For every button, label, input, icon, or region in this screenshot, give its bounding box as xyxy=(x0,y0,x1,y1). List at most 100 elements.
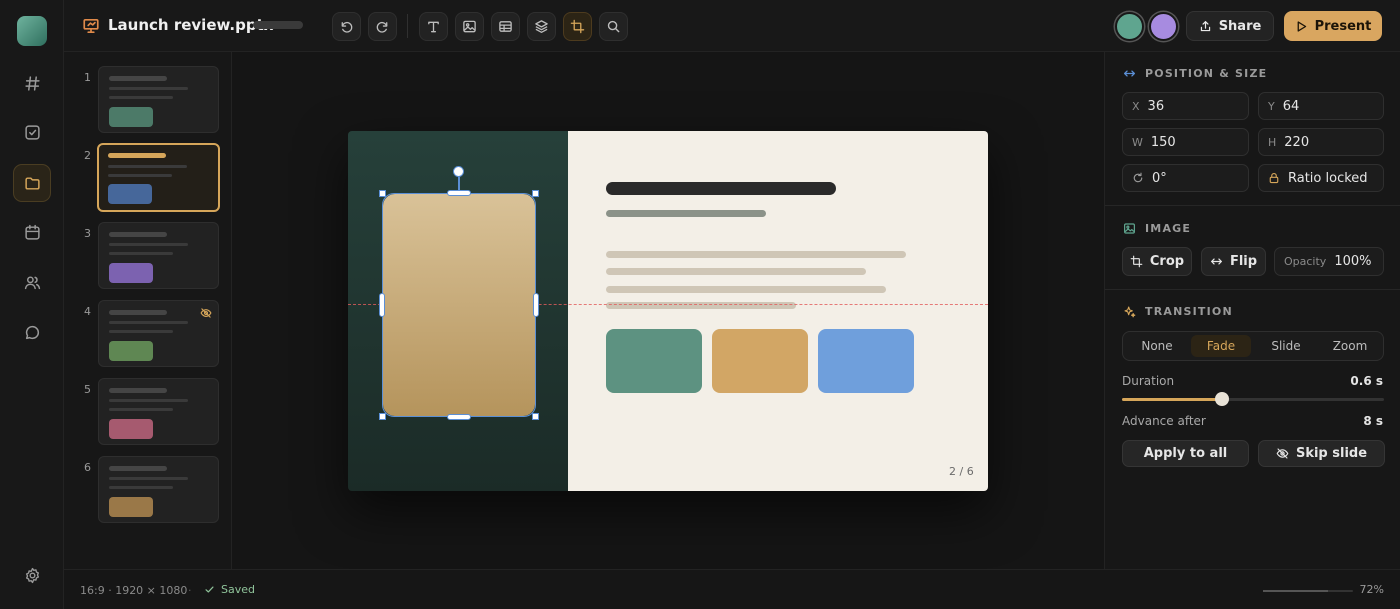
slide-subtitle-placeholder[interactable] xyxy=(606,210,766,217)
crop-button-label: Crop xyxy=(1149,254,1185,269)
zoom-slider[interactable] xyxy=(1263,590,1353,592)
collaborator-avatar[interactable] xyxy=(1149,12,1178,41)
resize-handle-bottom-right[interactable] xyxy=(532,413,539,420)
height-value: 220 xyxy=(1284,134,1310,150)
slide-thumbnail[interactable] xyxy=(98,378,219,445)
slide-thumbnail[interactable] xyxy=(97,143,220,212)
table-tool-button[interactable] xyxy=(491,12,520,41)
advance-after-value[interactable]: 8 s xyxy=(1363,414,1383,428)
resize-handle-top-right[interactable] xyxy=(532,190,539,197)
undo-icon xyxy=(341,22,353,33)
duration-slider[interactable] xyxy=(1122,392,1384,406)
ratio-lock-label: Ratio locked xyxy=(1288,170,1368,186)
advance-after-label: Advance after xyxy=(1122,414,1206,428)
slide-right-panel xyxy=(568,131,988,491)
transition-option-none[interactable]: None xyxy=(1127,335,1187,357)
arrows-horizontal-icon xyxy=(1210,258,1222,265)
slide-thumbnail[interactable] xyxy=(98,66,219,133)
crop-handle-bottom[interactable] xyxy=(447,414,471,420)
y-position-field[interactable]: Y 64 xyxy=(1258,92,1384,120)
opacity-field[interactable]: Opacity 100% xyxy=(1274,247,1384,276)
apply-to-all-button[interactable]: Apply to all xyxy=(1122,440,1249,467)
text-icon xyxy=(428,21,439,33)
crop-tool-button[interactable] xyxy=(563,12,592,41)
share-button[interactable]: Share xyxy=(1186,11,1274,41)
slide-title-placeholder[interactable] xyxy=(606,182,836,195)
document-title[interactable]: Launch review.pptx xyxy=(108,16,273,34)
section-divider xyxy=(1105,289,1400,290)
present-button[interactable]: Present xyxy=(1284,11,1382,41)
crop-button[interactable]: Crop xyxy=(1122,247,1192,276)
thumb-title-line xyxy=(109,76,167,81)
duration-slider-thumb[interactable] xyxy=(1214,392,1229,406)
slide-card[interactable] xyxy=(818,329,914,393)
slide-card[interactable] xyxy=(606,329,702,393)
thumb-text-line xyxy=(109,252,173,255)
thumb-text-line xyxy=(109,87,188,90)
chat-icon xyxy=(25,325,39,339)
rotation-field[interactable]: 0° xyxy=(1122,164,1249,192)
nav-settings[interactable] xyxy=(13,556,51,594)
width-value: 150 xyxy=(1150,134,1176,150)
collaborator-avatar[interactable] xyxy=(1115,12,1144,41)
slide-text-line[interactable] xyxy=(606,286,886,293)
slide-thumbnail[interactable] xyxy=(98,300,219,367)
editor-canvas[interactable]: 2 / 6 xyxy=(232,52,1104,569)
slide-text-line[interactable] xyxy=(606,268,866,275)
flip-button[interactable]: Flip xyxy=(1201,247,1266,276)
layers-tool-button[interactable] xyxy=(527,12,556,41)
x-position-value: 36 xyxy=(1147,98,1165,114)
slide-thumbnail[interactable] xyxy=(98,222,219,289)
thumb-text-line xyxy=(109,486,173,489)
nav-tasks[interactable] xyxy=(13,113,51,151)
slide-thumbnail[interactable] xyxy=(98,456,219,523)
transition-option-fade[interactable]: Fade xyxy=(1191,335,1251,357)
x-position-field[interactable]: X 36 xyxy=(1122,92,1249,120)
thumb-text-line xyxy=(108,174,172,177)
resize-handle-bottom-left[interactable] xyxy=(379,413,386,420)
users-icon xyxy=(24,275,40,289)
thumb-color-block xyxy=(109,341,153,361)
lock-icon xyxy=(1269,172,1279,184)
slide-text-line[interactable] xyxy=(606,251,906,258)
nav-calendar[interactable] xyxy=(13,213,51,251)
slide-number: 5 xyxy=(84,383,91,396)
nav-files[interactable] xyxy=(13,164,51,202)
nav-hash[interactable] xyxy=(13,64,51,102)
image-tool-button[interactable] xyxy=(455,12,484,41)
left-rail xyxy=(0,0,64,609)
gear-icon xyxy=(25,567,39,583)
height-field[interactable]: H 220 xyxy=(1258,128,1384,156)
calendar-icon xyxy=(24,224,40,240)
thumb-text-line xyxy=(109,399,188,402)
nav-comments[interactable] xyxy=(13,313,51,351)
text-tool-button[interactable] xyxy=(419,12,448,41)
search-button[interactable] xyxy=(599,12,628,41)
zoom-slider-fill xyxy=(1263,590,1328,592)
transition-option-zoom[interactable]: Zoom xyxy=(1320,335,1380,357)
slide-card[interactable] xyxy=(712,329,808,393)
share-button-label: Share xyxy=(1218,18,1262,34)
skip-slide-button[interactable]: Skip slide xyxy=(1258,440,1385,467)
duration-slider-fill xyxy=(1122,398,1222,401)
status-bar: 16:9 · 1920 × 1080 · Saved 72% xyxy=(64,569,1400,609)
save-status: Saved xyxy=(204,583,255,596)
slide-number: 6 xyxy=(84,461,91,474)
nav-people[interactable] xyxy=(13,263,51,301)
properties-panel: POSITION & SIZE X 36 Y 64 W 150 H 220 0°… xyxy=(1104,52,1400,569)
crop-handle-left[interactable] xyxy=(379,293,385,317)
undo-button[interactable] xyxy=(332,12,361,41)
crop-handle-right[interactable] xyxy=(533,293,539,317)
slide-number: 3 xyxy=(84,227,91,240)
present-button-label: Present xyxy=(1314,18,1372,34)
ratio-lock-toggle[interactable]: Ratio locked xyxy=(1258,164,1384,192)
current-slide[interactable]: 2 / 6 xyxy=(348,131,988,491)
width-field[interactable]: W 150 xyxy=(1122,128,1249,156)
crop-handle-top[interactable] xyxy=(447,190,471,196)
rotation-handle[interactable] xyxy=(453,166,464,177)
transition-option-slide[interactable]: Slide xyxy=(1256,335,1316,357)
zoom-level[interactable]: 72% xyxy=(1360,583,1384,596)
resize-handle-top-left[interactable] xyxy=(379,190,386,197)
app-logo[interactable] xyxy=(17,16,47,46)
redo-button[interactable] xyxy=(368,12,397,41)
